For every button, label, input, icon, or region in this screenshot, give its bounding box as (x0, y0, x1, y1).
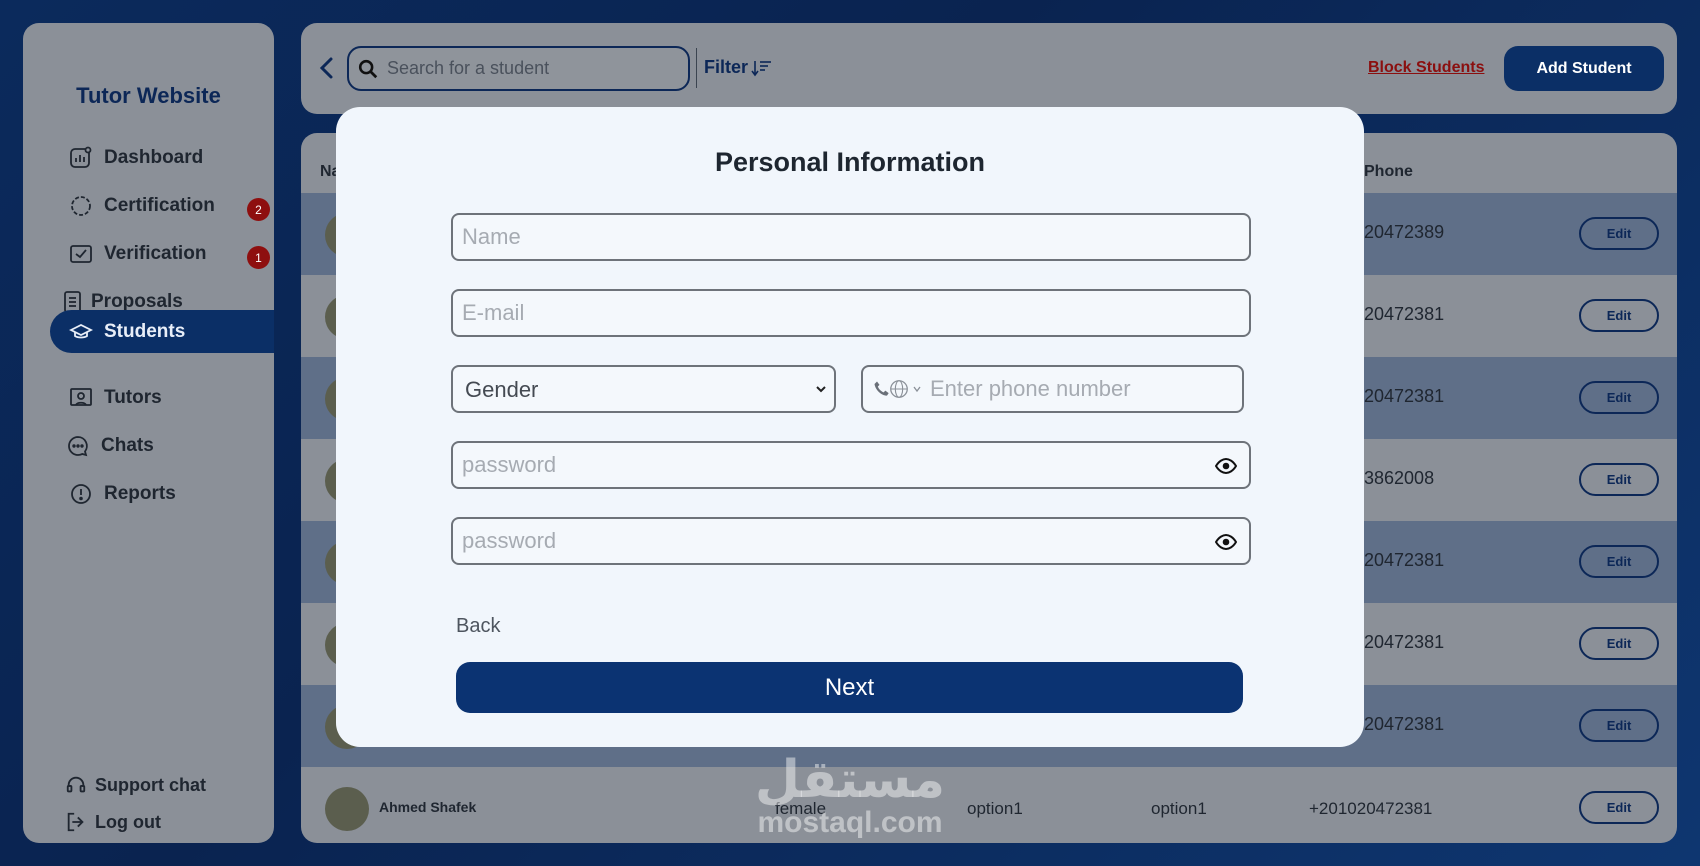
edit-button[interactable]: Edit (1579, 463, 1659, 496)
phone-cell: 20472381 (1364, 714, 1445, 734)
next-button[interactable]: Next (456, 662, 1243, 713)
option-cell: option1 (967, 799, 1023, 818)
globe-icon (890, 380, 908, 398)
sidebar-item-label: Dashboard (104, 147, 204, 168)
chevron-down-icon (913, 386, 921, 393)
avatar (325, 787, 369, 831)
sidebar-item-verification[interactable]: Verification (68, 234, 206, 274)
sidebar-item-label: Chats (101, 435, 154, 456)
student-name-cell: Ahmed Shafek (379, 799, 477, 815)
sidebar-item-label: Tutors (104, 387, 162, 408)
sidebar-item-label: Verification (104, 243, 207, 264)
tutor-board-icon (68, 385, 94, 411)
add-student-button[interactable]: Add Student (1504, 46, 1664, 91)
phone-cell: 20472381 (1364, 386, 1445, 406)
phone-input[interactable] (930, 376, 1242, 402)
support-chat-link[interactable]: Support chat (65, 765, 206, 805)
sidebar: Tutor Website Dashboard Certification 2 … (23, 23, 274, 843)
chevron-down-icon (816, 386, 826, 393)
sidebar-item-label: Reports (104, 483, 176, 504)
eye-icon[interactable] (1215, 533, 1237, 551)
search-box (347, 46, 690, 91)
watermark: مستقل mostaql.com (740, 752, 960, 838)
edit-button[interactable]: Edit (1579, 627, 1659, 660)
edit-button[interactable]: Edit (1579, 791, 1659, 824)
graduation-cap-icon (68, 319, 94, 345)
logout-label: Log out (95, 811, 161, 832)
phone-cell: 20472381 (1364, 632, 1445, 652)
logout-icon (65, 809, 87, 835)
confirm-password-input[interactable] (462, 528, 1249, 554)
edit-button[interactable]: Edit (1579, 381, 1659, 414)
phone-cell: 3862008 (1364, 468, 1435, 488)
phone-field (861, 365, 1244, 413)
sidebar-item-chats[interactable]: Chats (65, 426, 154, 466)
checkbox-icon (68, 241, 94, 267)
phone-cell: 20472381 (1364, 304, 1445, 324)
phone-cell: 20472389 (1364, 222, 1445, 242)
name-field (451, 213, 1251, 261)
email-field (451, 289, 1251, 337)
edit-button[interactable]: Edit (1579, 217, 1659, 250)
watermark-arabic: مستقل (754, 750, 946, 810)
password-input[interactable] (462, 452, 1249, 478)
chevron-left-icon[interactable] (315, 55, 339, 81)
sidebar-item-label: Students (104, 320, 186, 342)
filter-button[interactable]: Filter (704, 57, 773, 78)
edit-button[interactable]: Edit (1579, 545, 1659, 578)
personal-information-modal: Personal Information Gender Back Next (336, 107, 1364, 747)
search-icon (358, 59, 378, 78)
name-input[interactable] (462, 224, 1249, 250)
top-bar: Filter Block Students Add Student (301, 23, 1677, 114)
sidebar-item-label: Certification (104, 195, 215, 216)
brand-title: Tutor Website (76, 83, 221, 108)
block-students-link[interactable]: Block Students (1368, 59, 1484, 77)
sort-icon (751, 60, 772, 76)
phone-cell: 20472381 (1364, 550, 1445, 570)
chart-icon (68, 145, 94, 171)
certificate-icon (68, 193, 94, 219)
confirm-password-field (451, 517, 1251, 565)
phone-cell: +201020472381 (1309, 799, 1433, 818)
alert-circle-icon (68, 481, 94, 507)
sidebar-item-reports[interactable]: Reports (68, 474, 176, 514)
sidebar-item-tutors[interactable]: Tutors (68, 378, 162, 418)
edit-button[interactable]: Edit (1579, 709, 1659, 742)
country-code-picker[interactable] (872, 378, 922, 400)
support-chat-label: Support chat (95, 774, 206, 795)
edit-button[interactable]: Edit (1579, 299, 1659, 332)
gender-field: Gender (451, 365, 836, 413)
phone-column-header: Phone (1364, 163, 1413, 180)
back-link[interactable]: Back (456, 615, 500, 638)
eye-icon[interactable] (1215, 457, 1237, 475)
divider (696, 48, 697, 88)
modal-title: Personal Information (714, 147, 986, 177)
email-input[interactable] (462, 300, 1249, 326)
watermark-latin: mostaql.com (757, 806, 943, 839)
search-input[interactable] (387, 58, 677, 79)
sidebar-item-dashboard[interactable]: Dashboard (68, 138, 203, 178)
chat-bubble-icon (65, 433, 91, 459)
sidebar-item-certification[interactable]: Certification (68, 186, 215, 226)
gender-select[interactable]: Gender (465, 376, 834, 402)
certification-count-badge: 2 (247, 198, 270, 221)
table-row[interactable]: Ahmed Shafek female option1 option1 +201… (301, 767, 1677, 843)
filter-label: Filter (704, 57, 749, 77)
verification-count-badge: 1 (247, 246, 270, 269)
sidebar-item-students[interactable]: Students (50, 310, 274, 353)
option-cell: option1 (1151, 799, 1207, 818)
headset-icon (65, 772, 87, 798)
logout-link[interactable]: Log out (65, 802, 161, 842)
password-field (451, 441, 1251, 489)
